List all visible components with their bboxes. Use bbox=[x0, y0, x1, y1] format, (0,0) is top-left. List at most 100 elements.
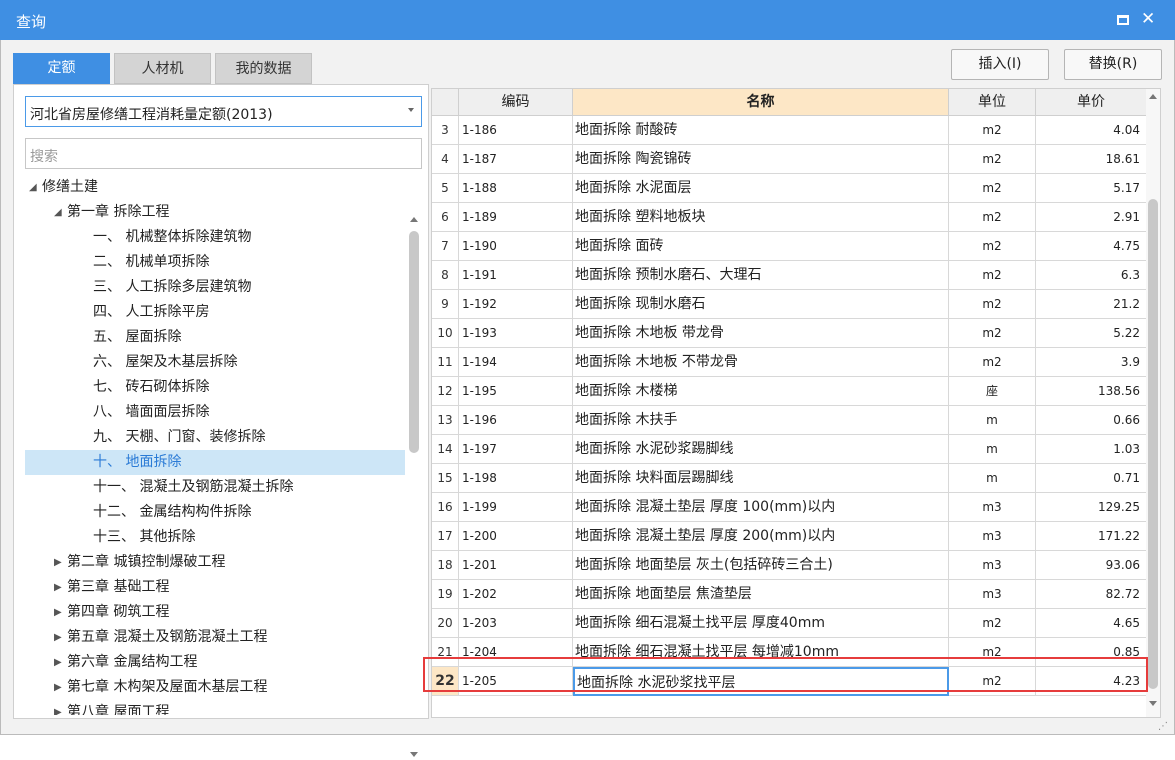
row-number[interactable]: 4 bbox=[432, 145, 459, 174]
table-row[interactable]: 15 1-198 地面拆除 块料面层踢脚线 m 0.71 bbox=[432, 464, 1148, 493]
unit-cell[interactable]: m2 bbox=[949, 174, 1036, 203]
expand-arrow-icon[interactable]: ▶ bbox=[54, 600, 62, 625]
table-row[interactable]: 9 1-192 地面拆除 现制水磨石 m2 21.2 bbox=[432, 290, 1148, 319]
table-scrollbar[interactable] bbox=[1146, 89, 1160, 717]
tree-item[interactable]: ◢ 修缮土建 bbox=[25, 175, 405, 200]
name-cell[interactable]: 地面拆除 混凝土垫层 厚度 200(mm)以内 bbox=[573, 522, 949, 551]
row-number[interactable]: 10 bbox=[432, 319, 459, 348]
unit-cell[interactable]: m2 bbox=[949, 609, 1036, 638]
row-number[interactable]: 19 bbox=[432, 580, 459, 609]
tab-labor-material-machine[interactable]: 人材机 bbox=[114, 53, 211, 84]
tree-item[interactable]: 六、 屋架及木基层拆除 bbox=[25, 350, 405, 375]
code-cell[interactable]: 1-192 bbox=[459, 290, 573, 319]
unit-cell[interactable]: m bbox=[949, 406, 1036, 435]
code-cell[interactable]: 1-197 bbox=[459, 435, 573, 464]
tree-item[interactable]: ▶ 第五章 混凝土及钢筋混凝土工程 bbox=[25, 625, 405, 650]
unit-cell[interactable]: m bbox=[949, 464, 1036, 493]
scroll-thumb[interactable] bbox=[409, 231, 419, 453]
tree-item[interactable]: ◢ 第一章 拆除工程 bbox=[25, 200, 405, 225]
code-cell[interactable]: 1-188 bbox=[459, 174, 573, 203]
unit-cell[interactable]: m2 bbox=[949, 319, 1036, 348]
price-cell[interactable]: 171.22 bbox=[1036, 522, 1147, 551]
column-header-unit[interactable]: 单位 bbox=[949, 89, 1036, 116]
row-number[interactable]: 7 bbox=[432, 232, 459, 261]
tree-item[interactable]: 十三、 其他拆除 bbox=[25, 525, 405, 550]
row-number[interactable]: 18 bbox=[432, 551, 459, 580]
table-row[interactable]: 8 1-191 地面拆除 预制水磨石、大理石 m2 6.3 bbox=[432, 261, 1148, 290]
row-number[interactable]: 14 bbox=[432, 435, 459, 464]
scroll-down-icon[interactable] bbox=[410, 752, 418, 757]
unit-cell[interactable]: m3 bbox=[949, 580, 1036, 609]
close-icon[interactable]: ✕ bbox=[1141, 9, 1155, 29]
price-cell[interactable]: 3.9 bbox=[1036, 348, 1147, 377]
tree-item[interactable]: ▶ 第四章 砌筑工程 bbox=[25, 600, 405, 625]
table-row[interactable]: 17 1-200 地面拆除 混凝土垫层 厚度 200(mm)以内 m3 171.22 bbox=[432, 522, 1148, 551]
row-number[interactable]: 9 bbox=[432, 290, 459, 319]
unit-cell[interactable]: m2 bbox=[949, 203, 1036, 232]
code-cell[interactable]: 1-191 bbox=[459, 261, 573, 290]
price-cell[interactable]: 1.03 bbox=[1036, 435, 1147, 464]
tree-item[interactable]: 八、 墙面面层拆除 bbox=[25, 400, 405, 425]
table-row[interactable]: 12 1-195 地面拆除 木楼梯座 138.56 bbox=[432, 377, 1148, 406]
tab-quota[interactable]: 定额 bbox=[13, 53, 110, 84]
code-cell[interactable]: 1-198 bbox=[459, 464, 573, 493]
insert-button[interactable]: 插入(I) bbox=[951, 49, 1049, 80]
expand-arrow-icon[interactable]: ▶ bbox=[54, 550, 62, 575]
name-cell[interactable]: 地面拆除 细石混凝土找平层 厚度40mm bbox=[573, 609, 949, 638]
row-number[interactable]: 11 bbox=[432, 348, 459, 377]
expand-arrow-icon[interactable]: ▶ bbox=[54, 575, 62, 600]
code-cell[interactable]: 1-189 bbox=[459, 203, 573, 232]
name-cell[interactable]: 地面拆除 耐酸砖 bbox=[573, 116, 949, 145]
name-cell[interactable]: 地面拆除 木地板 不带龙骨 bbox=[573, 348, 949, 377]
price-cell[interactable]: 138.56 bbox=[1036, 377, 1147, 406]
name-cell[interactable]: 地面拆除 木地板 带龙骨 bbox=[573, 319, 949, 348]
column-header-price[interactable]: 单价 bbox=[1036, 89, 1147, 116]
name-cell[interactable]: 地面拆除 现制水磨石 bbox=[573, 290, 949, 319]
unit-cell[interactable]: m3 bbox=[949, 551, 1036, 580]
code-cell[interactable]: 1-203 bbox=[459, 609, 573, 638]
unit-cell[interactable]: 座 bbox=[949, 377, 1036, 406]
code-cell[interactable]: 1-199 bbox=[459, 493, 573, 522]
table-row[interactable]: 10 1-193 地面拆除 木地板 带龙骨 m2 5.22 bbox=[432, 319, 1148, 348]
code-cell[interactable]: 1-186 bbox=[459, 116, 573, 145]
unit-cell[interactable]: m bbox=[949, 435, 1036, 464]
table-row[interactable]: 4 1-187 地面拆除 陶瓷锦砖 m2 18.61 bbox=[432, 145, 1148, 174]
collapse-arrow-icon[interactable]: ◢ bbox=[54, 200, 62, 225]
price-cell[interactable]: 129.25 bbox=[1036, 493, 1147, 522]
name-cell[interactable]: 地面拆除 水泥砂浆踢脚线 bbox=[573, 435, 949, 464]
name-cell[interactable]: 地面拆除 水泥面层 bbox=[573, 174, 949, 203]
chevron-down-icon[interactable] bbox=[408, 108, 414, 112]
column-header-code[interactable]: 编码 bbox=[459, 89, 573, 116]
name-cell[interactable]: 地面拆除 木楼梯 bbox=[573, 377, 949, 406]
price-cell[interactable]: 2.91 bbox=[1036, 203, 1147, 232]
price-cell[interactable]: 18.61 bbox=[1036, 145, 1147, 174]
code-cell[interactable]: 1-193 bbox=[459, 319, 573, 348]
replace-button[interactable]: 替换(R) bbox=[1064, 49, 1162, 80]
code-cell[interactable]: 1-200 bbox=[459, 522, 573, 551]
maximize-icon[interactable] bbox=[1117, 15, 1129, 25]
quota-library-select[interactable]: 河北省房屋修缮工程消耗量定额(2013) bbox=[25, 96, 422, 127]
code-cell[interactable]: 1-196 bbox=[459, 406, 573, 435]
row-number[interactable]: 17 bbox=[432, 522, 459, 551]
tab-my-data[interactable]: 我的数据 bbox=[215, 53, 312, 84]
table-row[interactable]: 6 1-189 地面拆除 塑料地板块 m2 2.91 bbox=[432, 203, 1148, 232]
name-cell[interactable]: 地面拆除 块料面层踢脚线 bbox=[573, 464, 949, 493]
price-cell[interactable]: 4.04 bbox=[1036, 116, 1147, 145]
code-cell[interactable]: 1-187 bbox=[459, 145, 573, 174]
table-row[interactable]: 3 1-186 地面拆除 耐酸砖 m2 4.04 bbox=[432, 116, 1148, 145]
name-cell[interactable]: 地面拆除 塑料地板块 bbox=[573, 203, 949, 232]
expand-arrow-icon[interactable]: ▶ bbox=[54, 700, 62, 715]
price-cell[interactable]: 4.75 bbox=[1036, 232, 1147, 261]
row-number[interactable]: 20 bbox=[432, 609, 459, 638]
unit-cell[interactable]: m2 bbox=[949, 290, 1036, 319]
name-cell[interactable]: 地面拆除 木扶手 bbox=[573, 406, 949, 435]
tree-item[interactable]: 二、 机械单项拆除 bbox=[25, 250, 405, 275]
name-cell[interactable]: 地面拆除 地面垫层 焦渣垫层 bbox=[573, 580, 949, 609]
tree-item[interactable]: 十、 地面拆除 bbox=[25, 450, 405, 475]
scroll-thumb[interactable] bbox=[1148, 199, 1158, 689]
tree-item[interactable]: 三、 人工拆除多层建筑物 bbox=[25, 275, 405, 300]
table-row[interactable]: 5 1-188 地面拆除 水泥面层 m2 5.17 bbox=[432, 174, 1148, 203]
search-input[interactable]: 搜索 bbox=[25, 138, 422, 169]
tree-item[interactable]: 十一、 混凝土及钢筋混凝土拆除 bbox=[25, 475, 405, 500]
price-cell[interactable]: 0.66 bbox=[1036, 406, 1147, 435]
